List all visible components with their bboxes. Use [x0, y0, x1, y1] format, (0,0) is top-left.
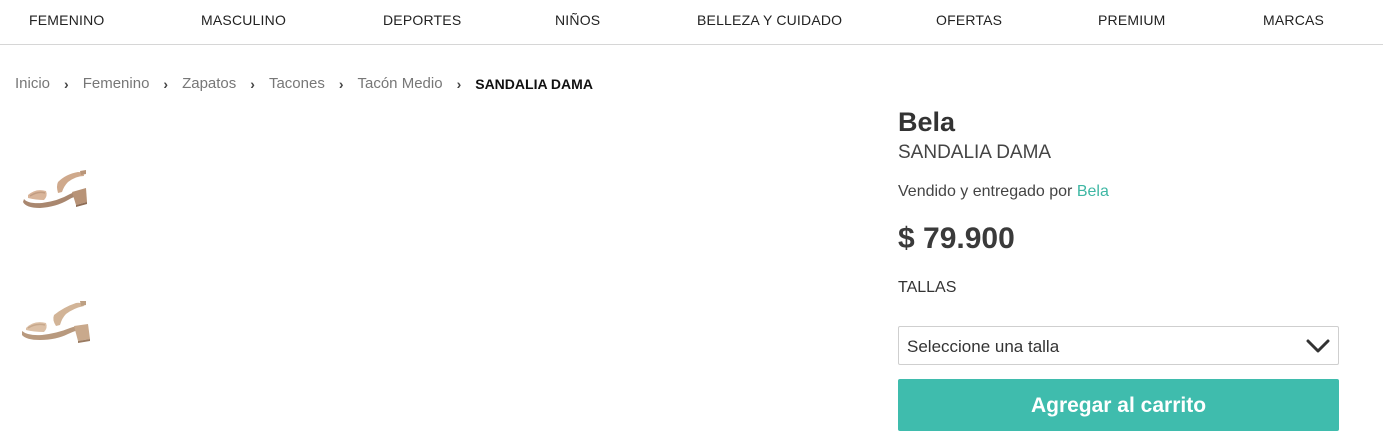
- product-thumbnail-1[interactable]: [18, 162, 92, 222]
- nav-item-marcas[interactable]: MARCAS: [1263, 12, 1324, 28]
- top-navigation: FEMENINO MASCULINO DEPORTES NIÑOS BELLEZ…: [0, 0, 1383, 45]
- nav-item-masculino[interactable]: MASCULINO: [201, 12, 286, 28]
- product-name: SANDALIA DAMA: [898, 142, 1052, 163]
- breadcrumb-inicio[interactable]: Inicio: [15, 75, 50, 92]
- seller-line: Vendido y entregado por Bela: [898, 183, 1109, 201]
- size-select-placeholder: Seleccione una talla: [907, 337, 1060, 356]
- nav-item-ofertas[interactable]: OFERTAS: [936, 12, 1002, 28]
- product-price: $ 79.900: [898, 222, 1015, 255]
- breadcrumb-tacon-medio[interactable]: Tacón Medio: [358, 75, 443, 92]
- sandal-thumbnail-icon: [23, 170, 87, 208]
- size-select[interactable]: Seleccione una talla: [898, 326, 1339, 365]
- nav-item-premium[interactable]: PREMIUM: [1098, 12, 1166, 28]
- breadcrumb-separator: ›: [250, 75, 255, 92]
- breadcrumb-separator: ›: [163, 75, 169, 92]
- breadcrumb: Inicio › Femenino › Zapatos › Tacones › …: [15, 75, 593, 92]
- breadcrumb-separator: ›: [456, 75, 462, 92]
- product-thumbnail-2[interactable]: [18, 295, 92, 355]
- nav-item-ninos[interactable]: NIÑOS: [555, 12, 600, 28]
- breadcrumb-separator: ›: [64, 75, 69, 92]
- nav-item-deportes[interactable]: DEPORTES: [383, 12, 461, 28]
- seller-prefix: Vendido y entregado por: [898, 183, 1073, 200]
- nav-item-femenino[interactable]: FEMENINO: [29, 12, 105, 28]
- breadcrumb-zapatos[interactable]: Zapatos: [182, 75, 236, 92]
- breadcrumb-femenino[interactable]: Femenino: [83, 75, 150, 92]
- chevron-down-icon: [1306, 339, 1330, 353]
- breadcrumb-current: SANDALIA DAMA: [475, 75, 593, 92]
- breadcrumb-tacones[interactable]: Tacones: [269, 75, 325, 92]
- seller-link[interactable]: Bela: [1077, 183, 1109, 200]
- product-brand[interactable]: Bela: [898, 107, 955, 138]
- breadcrumb-separator: ›: [338, 75, 344, 92]
- sizes-label: TALLAS: [898, 279, 957, 296]
- nav-item-belleza-y-cuidado[interactable]: BELLEZA Y CUIDADO: [697, 12, 842, 28]
- add-to-cart-button[interactable]: Agregar al carrito: [898, 379, 1339, 431]
- sandal-thumbnail-icon: [22, 301, 90, 343]
